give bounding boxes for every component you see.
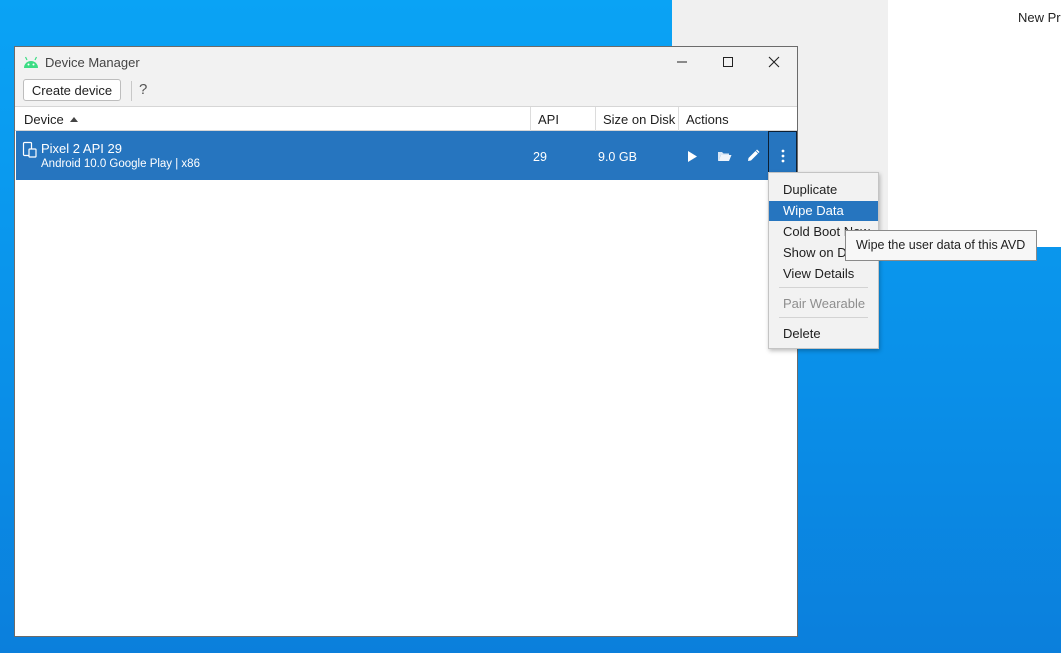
close-button[interactable] xyxy=(751,47,797,77)
create-device-button[interactable]: Create device xyxy=(23,79,121,101)
column-divider[interactable] xyxy=(595,107,596,131)
title-bar[interactable]: Device Manager xyxy=(15,47,797,77)
show-on-disk-button[interactable] xyxy=(714,146,734,166)
column-label-device: Device xyxy=(24,112,64,127)
menu-item-delete[interactable]: Delete xyxy=(769,324,878,344)
window-title: Device Manager xyxy=(45,55,140,70)
background-window: New Pro xyxy=(888,0,1061,247)
tooltip: Wipe the user data of this AVD xyxy=(845,230,1037,261)
folder-icon xyxy=(717,152,731,161)
toolbar-divider xyxy=(131,81,132,101)
minimize-button[interactable] xyxy=(659,47,705,77)
column-header-actions: Actions xyxy=(686,112,729,127)
edit-button[interactable] xyxy=(743,146,763,166)
toolbar: Create device ? xyxy=(15,77,797,106)
pencil-icon xyxy=(748,149,760,161)
more-vertical-icon xyxy=(781,149,784,162)
phone-device-icon xyxy=(22,141,37,158)
background-window-text: New Pro xyxy=(1018,10,1061,25)
menu-separator xyxy=(779,317,868,318)
close-icon xyxy=(768,56,780,68)
device-subtitle: Android 10.0 Google Play | x86 xyxy=(41,158,200,170)
launch-button[interactable] xyxy=(682,146,702,166)
table-row[interactable]: Pixel 2 API 29 Android 10.0 Google Play … xyxy=(16,131,797,180)
device-name: Pixel 2 API 29 xyxy=(41,141,122,156)
menu-item-view-details[interactable]: View Details xyxy=(769,264,878,284)
column-header-api[interactable]: API xyxy=(538,112,559,127)
maximize-button[interactable] xyxy=(705,47,751,77)
play-icon xyxy=(688,150,697,162)
android-icon xyxy=(24,56,38,68)
column-divider[interactable] xyxy=(678,107,679,131)
sort-ascending-icon xyxy=(69,117,78,122)
device-size: 9.0 GB xyxy=(598,150,637,164)
menu-item-pair-wearable: Pair Wearable xyxy=(783,296,866,311)
menu-item-duplicate[interactable]: Duplicate xyxy=(769,180,878,200)
device-api: 29 xyxy=(533,150,547,164)
device-manager-window: Device Manager Create device ? Device AP… xyxy=(14,46,798,637)
maximize-icon xyxy=(723,57,733,67)
menu-separator xyxy=(779,287,868,288)
column-header-device[interactable]: Device xyxy=(24,112,78,127)
table-header: Device API Size on Disk Actions xyxy=(15,106,797,131)
column-header-size[interactable]: Size on Disk xyxy=(603,112,675,127)
menu-item-wipe-data[interactable]: Wipe Data xyxy=(769,201,878,221)
column-divider[interactable] xyxy=(530,107,531,131)
minimize-icon xyxy=(677,61,687,63)
help-button[interactable]: ? xyxy=(139,81,147,98)
